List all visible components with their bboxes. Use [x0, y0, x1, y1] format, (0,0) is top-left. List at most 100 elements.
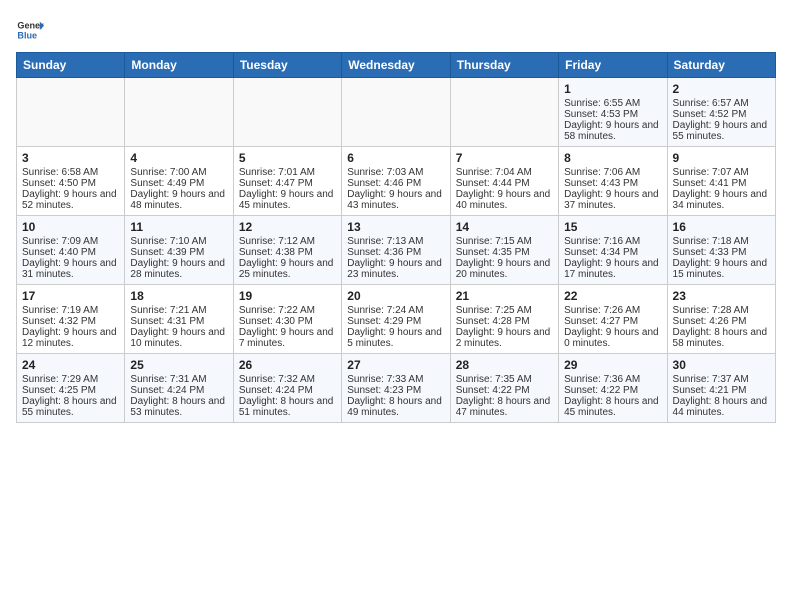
day-info: Daylight: 9 hours and 58 minutes. — [564, 120, 661, 142]
day-info: Sunset: 4:35 PM — [456, 247, 553, 258]
calendar-cell: 4Sunrise: 7:00 AMSunset: 4:49 PMDaylight… — [125, 147, 233, 216]
day-info: Sunset: 4:53 PM — [564, 109, 661, 120]
calendar-cell — [125, 78, 233, 147]
calendar-cell: 15Sunrise: 7:16 AMSunset: 4:34 PMDayligh… — [559, 216, 667, 285]
day-number: 1 — [564, 82, 661, 96]
day-number: 18 — [130, 289, 227, 303]
day-info: Sunrise: 7:19 AM — [22, 305, 119, 316]
day-number: 5 — [239, 151, 336, 165]
day-info: Sunrise: 7:28 AM — [673, 305, 770, 316]
day-info: Sunset: 4:25 PM — [22, 385, 119, 396]
day-info: Daylight: 9 hours and 40 minutes. — [456, 189, 553, 211]
calendar-cell: 18Sunrise: 7:21 AMSunset: 4:31 PMDayligh… — [125, 285, 233, 354]
day-number: 14 — [456, 220, 553, 234]
day-number: 29 — [564, 358, 661, 372]
day-number: 23 — [673, 289, 770, 303]
day-info: Daylight: 9 hours and 23 minutes. — [347, 258, 444, 280]
calendar-week-2: 3Sunrise: 6:58 AMSunset: 4:50 PMDaylight… — [17, 147, 776, 216]
calendar-cell: 1 Sunrise: 6:55 AMSunset: 4:53 PMDaylight… — [559, 78, 667, 147]
calendar-cell: 3Sunrise: 6:58 AMSunset: 4:50 PMDaylight… — [17, 147, 125, 216]
day-info: Sunrise: 6:58 AM — [22, 167, 119, 178]
page-header: General Blue — [16, 16, 776, 44]
day-number: 9 — [673, 151, 770, 165]
calendar-cell: 19Sunrise: 7:22 AMSunset: 4:30 PMDayligh… — [233, 285, 341, 354]
calendar-cell: 28Sunrise: 7:35 AMSunset: 4:22 PMDayligh… — [450, 354, 558, 423]
calendar-week-5: 24Sunrise: 7:29 AMSunset: 4:25 PMDayligh… — [17, 354, 776, 423]
day-info: Daylight: 8 hours and 58 minutes. — [673, 327, 770, 349]
day-info: Sunset: 4:21 PM — [673, 385, 770, 396]
column-header-thursday: Thursday — [450, 53, 558, 78]
calendar-cell: 29Sunrise: 7:36 AMSunset: 4:22 PMDayligh… — [559, 354, 667, 423]
calendar-cell: 13 Sunrise: 7:13 AMSunset: 4:36 PMDayligh… — [342, 216, 450, 285]
calendar-cell: 12Sunrise: 7:12 AMSunset: 4:38 PMDayligh… — [233, 216, 341, 285]
day-number: 24 — [22, 358, 119, 372]
day-info: Sunrise: 7:22 AM — [239, 305, 336, 316]
day-info: Sunset: 4:23 PM — [347, 385, 444, 396]
day-number: 8 — [564, 151, 661, 165]
day-info: Sunset: 4:41 PM — [673, 178, 770, 189]
day-info: Sunrise: 7:03 AM — [347, 167, 444, 178]
day-info: Sunset: 4:28 PM — [456, 316, 553, 327]
day-info: Sunrise: 7:13 AM — [347, 236, 444, 247]
day-number: 6 — [347, 151, 444, 165]
day-number: 27 — [347, 358, 444, 372]
column-header-tuesday: Tuesday — [233, 53, 341, 78]
day-number: 25 — [130, 358, 227, 372]
day-info: Daylight: 9 hours and 34 minutes. — [673, 189, 770, 211]
day-info: Daylight: 9 hours and 7 minutes. — [239, 327, 336, 349]
day-number: 13 — [347, 220, 444, 234]
day-info: Sunrise: 7:12 AM — [239, 236, 336, 247]
column-header-saturday: Saturday — [667, 53, 775, 78]
day-number: 28 — [456, 358, 553, 372]
day-number: 30 — [673, 358, 770, 372]
day-info: Sunrise: 7:35 AM — [456, 374, 553, 385]
day-info: Sunset: 4:31 PM — [130, 316, 227, 327]
day-number: 17 — [22, 289, 119, 303]
day-info: Sunrise: 7:24 AM — [347, 305, 444, 316]
calendar-cell: 24Sunrise: 7:29 AMSunset: 4:25 PMDayligh… — [17, 354, 125, 423]
day-info: Sunrise: 6:55 AM — [564, 98, 661, 109]
day-info: Sunset: 4:24 PM — [130, 385, 227, 396]
day-info: Daylight: 9 hours and 45 minutes. — [239, 189, 336, 211]
day-info: Daylight: 9 hours and 28 minutes. — [130, 258, 227, 280]
calendar-cell: 23 Sunrise: 7:28 AMSunset: 4:26 PMDayligh… — [667, 285, 775, 354]
day-info: Sunset: 4:22 PM — [564, 385, 661, 396]
day-info: Sunset: 4:40 PM — [22, 247, 119, 258]
calendar-week-4: 17Sunrise: 7:19 AMSunset: 4:32 PMDayligh… — [17, 285, 776, 354]
day-info: Sunset: 4:36 PM — [347, 247, 444, 258]
day-info: Sunrise: 7:18 AM — [673, 236, 770, 247]
day-info: Sunset: 4:38 PM — [239, 247, 336, 258]
day-info: Sunrise: 7:00 AM — [130, 167, 227, 178]
day-info: Daylight: 9 hours and 55 minutes. — [673, 120, 770, 142]
day-info: Sunset: 4:22 PM — [456, 385, 553, 396]
day-info: Daylight: 9 hours and 25 minutes. — [239, 258, 336, 280]
calendar-cell — [17, 78, 125, 147]
calendar-cell: 5Sunrise: 7:01 AMSunset: 4:47 PMDaylight… — [233, 147, 341, 216]
logo: General Blue — [16, 16, 44, 44]
day-number: 4 — [130, 151, 227, 165]
day-info: Sunrise: 7:33 AM — [347, 374, 444, 385]
calendar-cell: 16Sunrise: 7:18 AMSunset: 4:33 PMDayligh… — [667, 216, 775, 285]
day-info: Sunrise: 7:36 AM — [564, 374, 661, 385]
calendar-cell: 26Sunrise: 7:32 AMSunset: 4:24 PMDayligh… — [233, 354, 341, 423]
day-info: Sunrise: 7:06 AM — [564, 167, 661, 178]
day-info: Sunset: 4:26 PM — [673, 316, 770, 327]
calendar-cell: 8Sunrise: 7:06 AMSunset: 4:43 PMDaylight… — [559, 147, 667, 216]
day-info: Daylight: 8 hours and 51 minutes. — [239, 396, 336, 418]
day-info: Daylight: 9 hours and 17 minutes. — [564, 258, 661, 280]
day-number: 20 — [347, 289, 444, 303]
day-info: Sunset: 4:27 PM — [564, 316, 661, 327]
calendar-header-row: SundayMondayTuesdayWednesdayThursdayFrid… — [17, 53, 776, 78]
svg-text:Blue: Blue — [17, 30, 37, 40]
day-info: Sunset: 4:30 PM — [239, 316, 336, 327]
day-info: Daylight: 9 hours and 20 minutes. — [456, 258, 553, 280]
day-info: Daylight: 8 hours and 44 minutes. — [673, 396, 770, 418]
day-info: Sunrise: 7:21 AM — [130, 305, 227, 316]
day-info: Sunrise: 7:37 AM — [673, 374, 770, 385]
calendar-cell: 10Sunrise: 7:09 AMSunset: 4:40 PMDayligh… — [17, 216, 125, 285]
day-number: 15 — [564, 220, 661, 234]
day-number: 2 — [673, 82, 770, 96]
day-info: Daylight: 9 hours and 15 minutes. — [673, 258, 770, 280]
calendar-cell — [233, 78, 341, 147]
calendar-cell — [450, 78, 558, 147]
